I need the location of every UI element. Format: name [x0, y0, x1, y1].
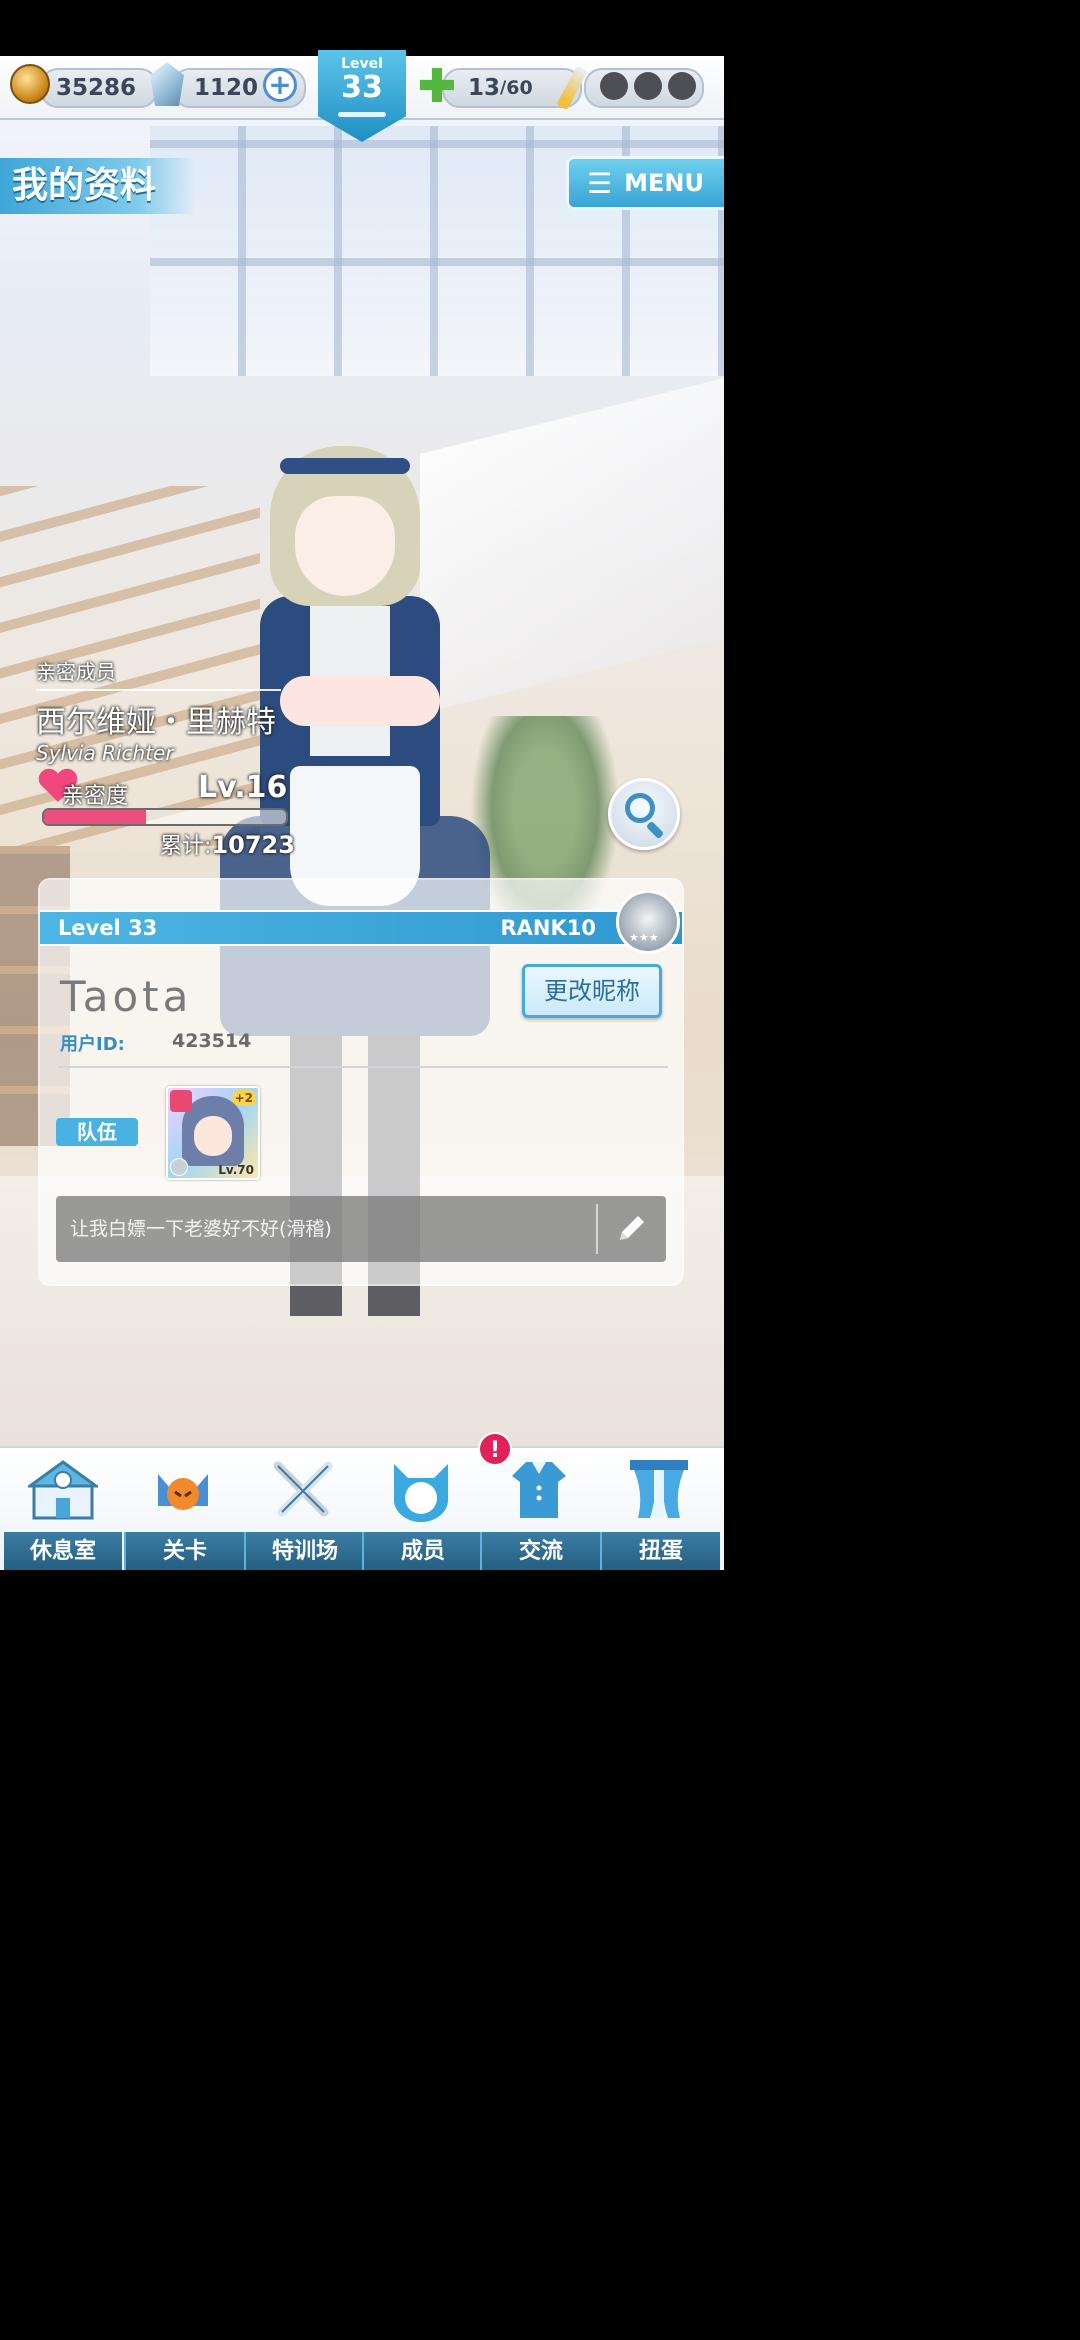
team-member-card[interactable]: +2 Lv.70 — [166, 1086, 260, 1180]
nav-label: 交流 — [480, 1532, 600, 1570]
members-icon — [394, 1464, 448, 1522]
intimacy-panel: 亲密成员 西尔维娅・里赫特 Sylvia Richter 亲密度 Lv.16 累… — [36, 656, 326, 859]
change-nickname-button[interactable]: 更改昵称 — [522, 964, 662, 1018]
member-name-en: Sylvia Richter — [36, 741, 174, 765]
nav-item-members[interactable]: 成员 — [362, 1448, 482, 1570]
signature-field[interactable]: 让我白嫖一下老婆好不好(滑稽) — [56, 1196, 666, 1262]
nav-item-exchange[interactable]: 交流 — [480, 1448, 600, 1570]
gem-count: 1120 — [194, 75, 259, 101]
exchange-notification-badge: ! — [478, 1432, 512, 1466]
player-nickname: Taota — [60, 972, 193, 1021]
coin-icon — [10, 64, 50, 104]
stamina-current: 13 — [468, 75, 501, 101]
gem-icon — [150, 62, 184, 106]
training-icon — [273, 1461, 333, 1517]
nav-label: 休息室 — [4, 1532, 122, 1570]
battle-point-pip — [634, 72, 662, 100]
rank-emblem-icon — [616, 890, 680, 954]
affection-label: 亲密度 — [62, 784, 129, 809]
level-number: 33 — [341, 70, 383, 105]
profile-level: Level 33 — [58, 916, 158, 940]
menu-icon: ☰ — [587, 166, 613, 200]
nav-label: 特训场 — [244, 1532, 364, 1570]
affection-total-value: 10723 — [211, 831, 295, 859]
caption-underline — [36, 689, 281, 691]
team-label: 队伍 — [56, 1118, 138, 1146]
zoom-in-icon — [625, 793, 655, 823]
wrench-icon — [170, 1158, 188, 1176]
affection-level: Lv.16 — [198, 770, 288, 805]
member-name-cn: 西尔维娅・里赫特 — [36, 705, 276, 740]
nav-label: 成员 — [362, 1532, 482, 1570]
system-status-bar — [0, 0, 724, 56]
add-gems-button[interactable]: + — [263, 68, 297, 102]
nav-label: 扭蛋 — [600, 1532, 720, 1570]
nav-item-lounge[interactable]: 休息室 — [4, 1448, 122, 1570]
battle-point-pip — [668, 72, 696, 100]
card-level: Lv.70 — [218, 1163, 254, 1177]
affection-progress-bar — [42, 808, 288, 826]
user-id-label: 用户ID: — [60, 1034, 125, 1055]
bottom-nav: 休息室 关卡 特训场 成员 交流 扭蛋 — [0, 1446, 724, 1570]
stamina-max: 60 — [506, 77, 533, 99]
profile-card: Level 33 RANK10 Taota 用户ID: 423514 更改昵称 … — [40, 880, 682, 1284]
affection-total: 累计:10723 — [160, 828, 295, 860]
coin-counter: 35286 — [40, 68, 158, 108]
battle-point-pip — [600, 72, 628, 100]
menu-button[interactable]: ☰ MENU — [566, 156, 724, 210]
card-bonus: +2 — [231, 1090, 256, 1106]
exchange-icon — [512, 1462, 566, 1518]
user-id-value: 423514 — [172, 1030, 252, 1052]
signature-text: 让我白嫖一下老婆好不好(滑稽) — [70, 1218, 332, 1240]
pencil-icon[interactable] — [614, 1210, 650, 1246]
affection-progress-fill — [44, 810, 146, 824]
intimacy-caption: 亲密成员 — [36, 660, 116, 684]
nav-item-stage[interactable]: 关卡 — [124, 1448, 244, 1570]
profile-card-header: Level 33 RANK10 — [40, 910, 682, 946]
menu-label: MENU — [624, 169, 704, 197]
gacha-icon — [630, 1460, 688, 1518]
card-divider — [58, 1066, 668, 1068]
exp-bar — [338, 112, 386, 117]
lounge-icon — [28, 1460, 98, 1520]
nav-item-gacha[interactable]: 扭蛋 — [600, 1448, 720, 1570]
attribute-icon — [170, 1090, 192, 1112]
nav-label: 关卡 — [124, 1532, 244, 1570]
profile-rank: RANK10 — [500, 916, 597, 940]
coin-count: 35286 — [56, 75, 137, 101]
nav-item-training[interactable]: 特训场 — [244, 1448, 364, 1570]
zoom-button[interactable] — [608, 778, 680, 850]
stage-icon — [158, 1474, 208, 1510]
affection-total-label: 累计: — [160, 834, 212, 859]
page-title: 我的资料 — [0, 158, 197, 214]
battle-point-pips — [600, 72, 696, 100]
